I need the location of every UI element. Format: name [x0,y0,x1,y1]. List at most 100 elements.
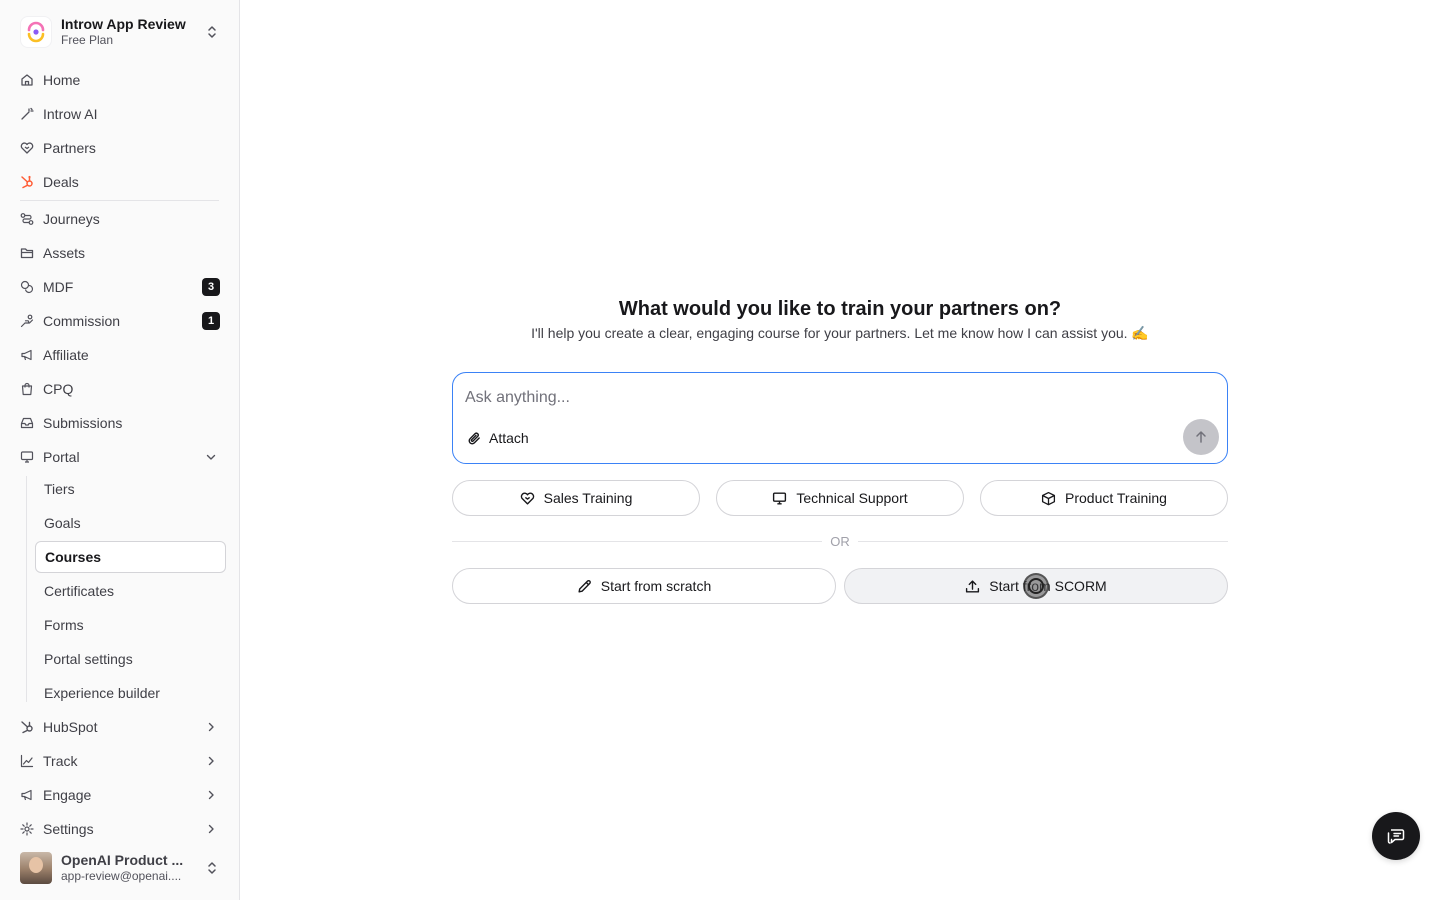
paperclip-icon [468,431,480,444]
nav-divider [20,200,219,201]
inbox-icon [20,416,34,430]
nav-hubspot-label: HubSpot [43,719,98,735]
handshake-icon [20,141,34,155]
nav-engage[interactable]: Engage [12,780,228,810]
start-from-scorm-label: Start from SCORM [989,578,1107,594]
product-training-label: Product Training [1065,490,1167,506]
arrow-up-icon [1196,431,1206,443]
gear-icon [20,822,34,836]
nav-affiliate-label: Affiliate [43,347,89,363]
folder-icon [20,246,34,260]
nav-mdf-label: MDF [43,279,74,295]
nav-commission-label: Commission [43,313,121,329]
sales-training-button[interactable]: Sales Training [452,480,700,516]
prompt-box: Attach [452,372,1228,464]
chevron-right-icon [208,756,214,766]
nav-track-label: Track [43,753,78,769]
nav-partners[interactable]: Partners [12,133,228,163]
start-from-scratch-label: Start from scratch [600,578,712,594]
user-name: OpenAI Product ... [61,852,184,868]
nav-deals[interactable]: Deals [12,167,228,197]
attach-label: Attach [489,430,529,446]
chevron-up-down-icon [208,862,216,874]
nav-track[interactable]: Track [12,746,228,776]
sales-training-label: Sales Training [543,490,633,506]
chevron-right-icon [208,824,214,834]
workspace-plan: Free Plan [61,33,114,47]
user-menu[interactable]: OpenAI Product ... app-review@openai.... [12,846,228,890]
technical-support-button[interactable]: Technical Support [716,480,964,516]
megaphone-icon [20,348,34,362]
nav-home-label: Home [43,72,81,88]
nav-portal[interactable]: Portal [12,442,228,472]
page-title: What would you like to train your partne… [618,298,1062,320]
nav-submissions-label: Submissions [43,415,123,431]
nav-assets-label: Assets [43,245,86,261]
chevron-down-icon [206,454,216,460]
nav-journeys[interactable]: Journeys [12,204,228,234]
hubspot-icon [20,720,34,734]
technical-support-label: Technical Support [796,490,908,506]
subnav-certificates[interactable]: Certificates [35,575,226,607]
coins-icon [20,280,34,294]
nav-settings[interactable]: Settings [12,814,228,844]
send-button[interactable] [1183,419,1219,455]
subnav-tiers[interactable]: Tiers [35,473,226,505]
chat-icon [1387,829,1405,844]
handshake-icon [520,492,534,505]
nav-affiliate[interactable]: Affiliate [12,340,228,370]
nav-submissions[interactable]: Submissions [12,408,228,438]
product-training-button[interactable]: Product Training [980,480,1228,516]
nav-settings-label: Settings [43,821,94,837]
chevron-up-down-icon [208,26,216,38]
nav-portal-label: Portal [43,449,80,465]
nav-partners-label: Partners [43,140,96,156]
subnav-portal-settings[interactable]: Portal settings [35,643,226,675]
nav-deals-label: Deals [43,174,79,190]
workspace-name: Introw App Review [61,16,186,32]
avatar [20,852,52,884]
subnav-courses[interactable]: Courses [35,541,226,573]
workspace-switcher[interactable]: Introw App Review Free Plan [12,8,228,56]
route-icon [20,212,34,226]
nav-engage-label: Engage [43,787,92,803]
chevron-right-icon [208,722,214,732]
sidebar: Introw App Review Free Plan Home Introw … [0,0,240,900]
box-icon [1041,491,1056,505]
nav-assets[interactable]: Assets [12,238,228,268]
nav-mdf[interactable]: MDF 3 [12,272,228,302]
hand-coins-icon [20,314,34,328]
nav-journeys-label: Journeys [43,211,100,227]
nav-hubspot[interactable]: HubSpot [12,712,228,742]
subnav-forms[interactable]: Forms [35,609,226,641]
nav-introw-ai[interactable]: Introw AI [12,99,228,129]
introw-logo-icon [20,16,52,48]
attach-button[interactable]: Attach [467,427,529,449]
subnav-goals[interactable]: Goals [35,507,226,539]
upload-icon [966,579,980,593]
user-email: app-review@openai.... [61,869,182,883]
home-icon [20,73,34,87]
mdf-count-badge: 3 [202,278,220,296]
nav-ai-label: Introw AI [43,106,98,122]
or-divider-right [858,541,1228,542]
subnav-experience-builder[interactable]: Experience builder [35,677,226,709]
page-subtitle: I'll help you create a clear, engaging c… [531,325,1149,341]
pencil-icon [578,579,591,593]
monitor-icon [773,491,787,505]
nav-home[interactable]: Home [12,65,228,95]
start-from-scorm-button[interactable]: Start from SCORM [844,568,1228,604]
megaphone-icon [20,788,34,802]
prompt-input[interactable] [465,387,1165,409]
nav-commission[interactable]: Commission 1 [12,306,228,336]
chevron-right-icon [208,790,214,800]
or-divider-left [452,541,822,542]
start-from-scratch-button[interactable]: Start from scratch [452,568,836,604]
chart-line-icon [20,754,34,768]
nav-cpq[interactable]: CPQ [12,374,228,404]
chat-support-button[interactable] [1372,812,1420,860]
portal-subnav-line [26,476,27,702]
shopping-bag-icon [20,382,34,396]
hubspot-icon [20,175,34,189]
main-content: What would you like to train your partne… [240,0,1440,900]
